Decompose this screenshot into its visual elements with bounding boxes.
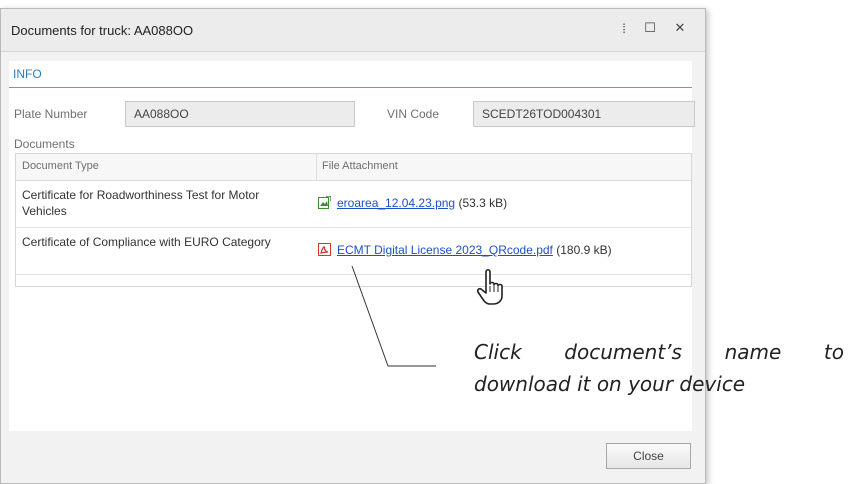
callout-pointer-line [351, 265, 436, 367]
hand-cursor-icon [476, 268, 503, 305]
callout-line-1: Click document’s name to [474, 336, 844, 368]
callout-word: to [823, 340, 844, 364]
callout-line-2: download it on your device [474, 372, 746, 396]
callout-word: Click [474, 340, 522, 364]
instruction-callout: Click document’s name to download it on … [474, 336, 844, 400]
callout-word: document’s [564, 340, 682, 364]
callout-word: name [724, 340, 782, 364]
